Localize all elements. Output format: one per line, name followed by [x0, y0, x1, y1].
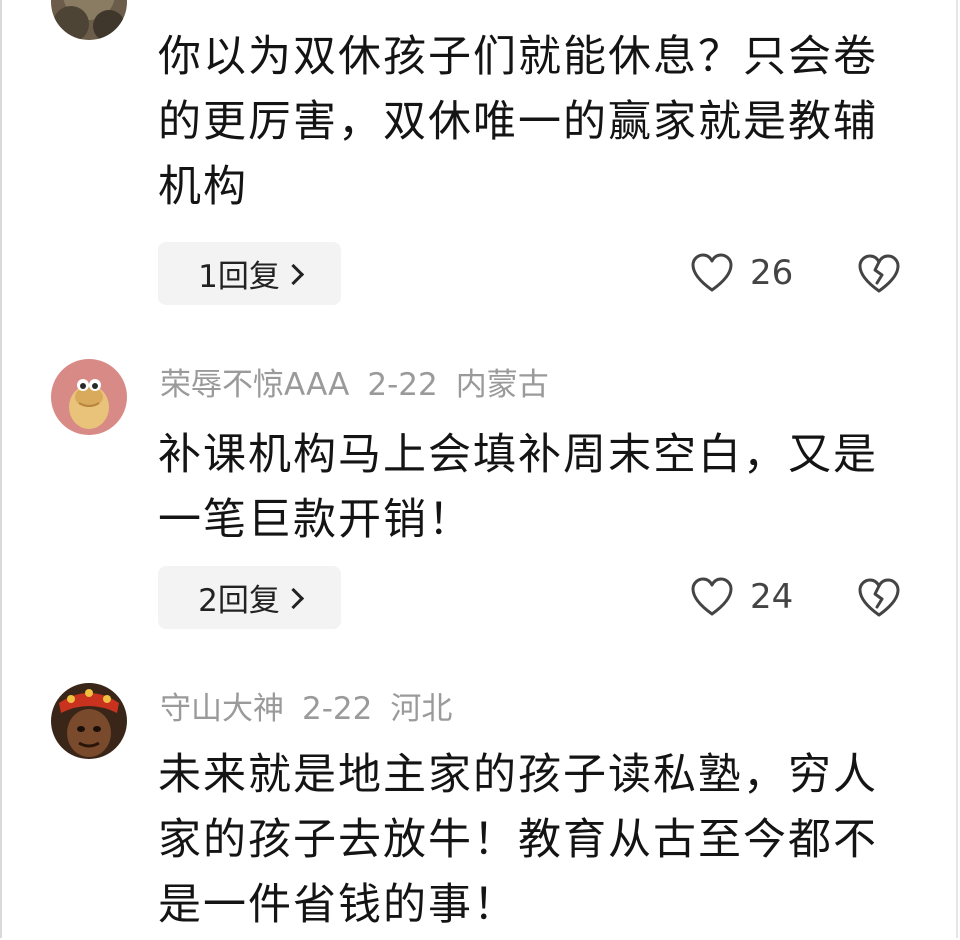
comment-location: 内蒙古	[455, 367, 549, 403]
comment-text: 补课机构马上会填补周末空白，又是一笔巨款开销！	[158, 430, 878, 545]
comment-meta: 荣辱不惊AAA 2-22 内蒙古	[160, 365, 567, 405]
dislike-button[interactable]	[857, 577, 901, 623]
like-count: 24	[750, 577, 794, 617]
like-button[interactable]: 26	[690, 252, 793, 294]
heart-outline-icon	[691, 577, 733, 616]
username[interactable]: 荣辱不惊AAA	[160, 367, 349, 403]
chevron-right-icon	[282, 587, 304, 610]
avatar[interactable]	[51, 359, 127, 435]
replies-label: 2回复	[198, 583, 280, 619]
broken-heart-icon	[858, 578, 900, 617]
username[interactable]: 守山大神	[160, 691, 284, 727]
comment-date: 2-22	[367, 367, 438, 403]
comment-text: 未来就是地主家的孩子读私塾，穷人家的孩子去放牛！教育从古至今都不是一件省钱的事！	[158, 750, 878, 930]
comment-date: 2-22	[302, 691, 373, 727]
replies-label: 1回复	[198, 259, 280, 295]
avatar[interactable]	[51, 683, 127, 759]
like-button[interactable]: 24	[690, 576, 793, 618]
dislike-button[interactable]	[857, 253, 901, 299]
replies-button[interactable]: 2回复	[158, 566, 341, 629]
comment-text: 你以为双休孩子们就能休息？只会卷的更厉害，双休唯一的赢家就是教辅机构	[158, 32, 878, 212]
heart-outline-icon	[691, 253, 733, 292]
comment-location: 河北	[390, 691, 453, 727]
replies-button[interactable]: 1回复	[158, 242, 341, 305]
like-count: 26	[750, 253, 794, 293]
comment-meta: 守山大神 2-22 河北	[160, 689, 470, 729]
chevron-right-icon	[282, 263, 304, 286]
broken-heart-icon	[858, 254, 900, 293]
